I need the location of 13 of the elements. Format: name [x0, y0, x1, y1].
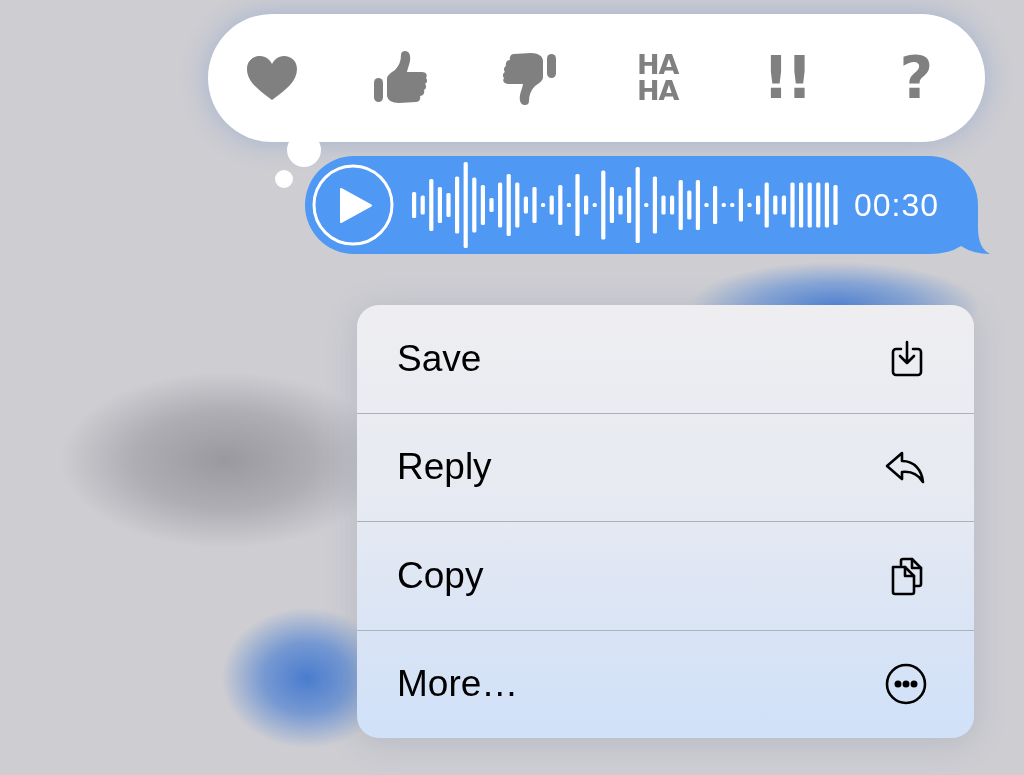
ellipsis-circle-icon [885, 663, 927, 706]
duration-label: 00:30 [854, 186, 940, 224]
play-icon[interactable] [312, 164, 394, 246]
menu-item[interactable]: Save [357, 305, 974, 413]
reaction-button[interactable]: HA HA [637, 52, 679, 104]
reaction-button[interactable]: ? [899, 49, 931, 107]
thumbs-down-icon[interactable] [501, 51, 558, 105]
thumbs-up-icon[interactable] [372, 51, 429, 105]
menu-item[interactable]: More… [357, 629, 974, 738]
heart-icon[interactable] [247, 56, 298, 100]
menu-item[interactable]: Copy [357, 521, 974, 630]
menu-item[interactable]: Reply [357, 412, 974, 521]
reaction-button[interactable]: !! [762, 49, 810, 107]
